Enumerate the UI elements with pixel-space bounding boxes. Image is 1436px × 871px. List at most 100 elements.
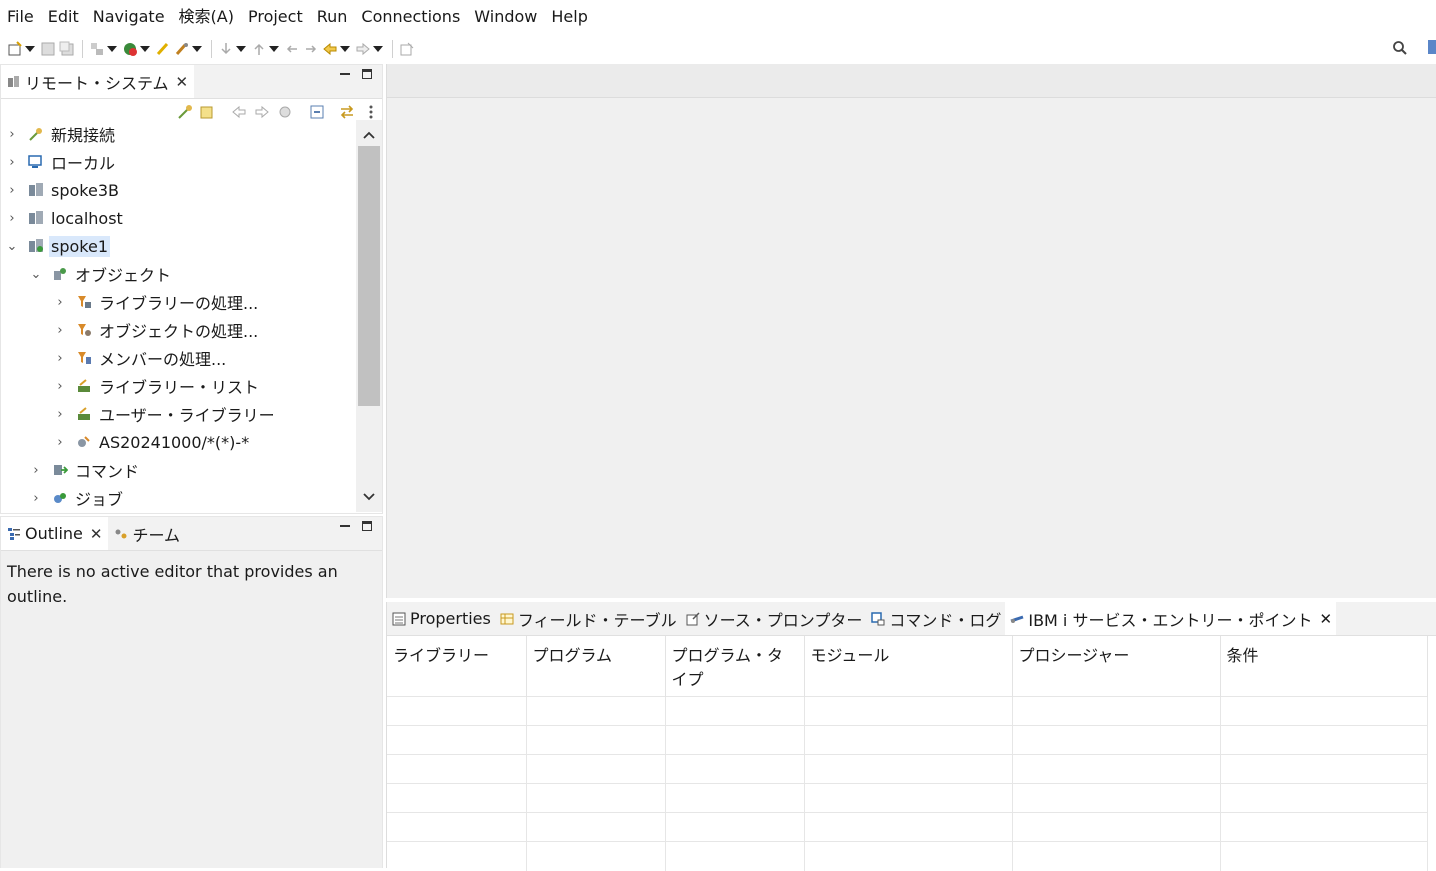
column-header-program[interactable]: プログラム (526, 636, 666, 697)
highlight-icon[interactable] (154, 41, 171, 58)
table-row[interactable] (387, 754, 1428, 784)
tree-item-spoke1[interactable]: ⌄ spoke1 (5, 232, 110, 260)
menu-project[interactable]: Project (241, 0, 310, 34)
last-edit-icon[interactable] (283, 41, 300, 58)
save-all-icon[interactable] (58, 41, 75, 58)
maximize-icon[interactable] (362, 521, 372, 531)
chevron-down-icon[interactable]: ⌄ (29, 267, 43, 282)
scrollbar-thumb[interactable] (358, 146, 380, 406)
last-edit-forward-icon[interactable] (302, 41, 319, 58)
chevron-right-icon[interactable]: › (53, 407, 67, 422)
menu-connections[interactable]: Connections (354, 0, 467, 34)
link-with-editor-icon[interactable] (339, 104, 355, 120)
menu-navigate[interactable]: Navigate (86, 0, 172, 34)
tree-item-jobs[interactable]: › ジョブ (29, 484, 125, 512)
close-icon[interactable]: ✕ (176, 73, 189, 91)
tree-item-localhost[interactable]: › localhost (5, 204, 125, 232)
tree-item-user-libraries[interactable]: › ユーザー・ライブラリー (53, 400, 277, 428)
search-icon[interactable] (1392, 40, 1408, 60)
debug-dropdown[interactable] (140, 41, 150, 58)
build-dropdown[interactable] (107, 41, 117, 58)
minimize-icon[interactable] (340, 69, 350, 79)
next-annotation-dropdown[interactable] (236, 41, 246, 58)
scroll-up-icon[interactable] (356, 122, 382, 148)
column-header-program-type[interactable]: プログラム・タイプ (665, 636, 805, 697)
menu-run[interactable]: Run (310, 0, 355, 34)
menu-file[interactable]: File (0, 0, 41, 34)
prev-annotation-dropdown[interactable] (269, 41, 279, 58)
tab-service-entry-points[interactable]: IBM i サービス・エントリー・ポイント ✕ (1005, 602, 1337, 635)
chevron-right-icon[interactable]: › (5, 183, 19, 198)
tab-properties[interactable]: Properties (387, 602, 495, 635)
view-menu-icon[interactable] (363, 104, 379, 120)
back-icon[interactable] (231, 104, 247, 120)
up-icon[interactable] (277, 104, 293, 120)
chevron-right-icon[interactable]: › (5, 155, 19, 170)
forward-icon[interactable] (354, 41, 371, 58)
column-header-module[interactable]: モジュール (804, 636, 1013, 697)
close-icon[interactable]: ✕ (90, 525, 103, 543)
menu-window[interactable]: Window (467, 0, 544, 34)
chevron-right-icon[interactable]: › (5, 127, 19, 142)
table-row[interactable] (387, 812, 1428, 842)
tab-team[interactable]: チーム (108, 517, 186, 550)
save-icon[interactable] (39, 41, 56, 58)
back-icon[interactable] (321, 41, 338, 58)
tree-item-work-with-members[interactable]: › メンバーの処理... (53, 344, 228, 372)
refresh-icon[interactable] (199, 104, 215, 120)
minimize-icon[interactable] (340, 521, 350, 531)
tree-item-commands[interactable]: › コマンド (29, 456, 141, 484)
tab-field-table[interactable]: フィールド・テーブル (495, 602, 681, 635)
tree-item-object-filter[interactable]: › AS20241000/*(*)-* (53, 428, 251, 456)
chevron-right-icon[interactable]: › (53, 323, 67, 338)
chevron-right-icon[interactable]: › (53, 351, 67, 366)
tab-command-log[interactable]: コマンド・ログ (866, 602, 1005, 635)
tree-item-work-with-libraries[interactable]: › ライブラリーの処理... (53, 288, 260, 316)
debug-icon[interactable] (121, 41, 138, 58)
build-icon[interactable] (88, 41, 105, 58)
column-header-condition[interactable]: 条件 (1220, 636, 1428, 697)
new-icon[interactable] (6, 41, 23, 58)
chevron-right-icon[interactable]: › (53, 295, 67, 310)
column-header-procedure[interactable]: プロシージャー (1012, 636, 1221, 697)
forward-dropdown[interactable] (373, 41, 383, 58)
chevron-right-icon[interactable]: › (5, 211, 19, 226)
run-tool-icon[interactable] (173, 41, 190, 58)
chevron-right-icon[interactable]: › (29, 463, 43, 478)
chevron-down-icon[interactable]: ⌄ (5, 239, 19, 254)
table-row[interactable] (387, 783, 1428, 813)
tab-outline[interactable]: Outline ✕ (1, 517, 109, 550)
chevron-right-icon[interactable]: › (53, 435, 67, 450)
next-annotation-icon[interactable] (217, 41, 234, 58)
run-tool-dropdown[interactable] (192, 41, 202, 58)
table-row[interactable] (387, 696, 1428, 726)
tab-source-prompter[interactable]: ソース・プロンプター (681, 602, 867, 635)
tree-item-library-list[interactable]: › ライブラリー・リスト (53, 372, 261, 400)
tree-item-objects[interactable]: ⌄ オブジェクト (29, 260, 173, 288)
menu-help[interactable]: Help (544, 0, 594, 34)
tree-item-work-with-objects[interactable]: › オブジェクトの処理... (53, 316, 260, 344)
chevron-right-icon[interactable]: › (53, 379, 67, 394)
table-row[interactable] (387, 725, 1428, 755)
tree-item-local[interactable]: › ローカル (5, 148, 117, 176)
column-header-library[interactable]: ライブラリー (387, 636, 527, 697)
scroll-down-icon[interactable] (356, 484, 382, 510)
tab-remote-systems[interactable]: リモート・システム ✕ (1, 65, 195, 98)
tree-item-new-connection[interactable]: › 新規接続 (5, 120, 117, 148)
table-row[interactable] (387, 841, 1428, 871)
menu-edit[interactable]: Edit (41, 0, 86, 34)
new-dropdown[interactable] (25, 41, 35, 58)
tree-item-spoke3b[interactable]: › spoke3B (5, 176, 121, 204)
chevron-right-icon[interactable]: › (29, 491, 43, 506)
close-icon[interactable]: ✕ (1319, 610, 1332, 628)
collapse-all-icon[interactable] (309, 104, 325, 120)
tree-scrollbar[interactable] (356, 120, 382, 512)
prev-annotation-icon[interactable] (250, 41, 267, 58)
maximize-icon[interactable] (362, 69, 372, 79)
menu-search[interactable]: 検索(A) (172, 0, 241, 34)
perspective-icon[interactable] (1428, 40, 1436, 54)
back-dropdown[interactable] (340, 41, 350, 58)
pin-editor-icon[interactable] (398, 41, 415, 58)
new-connection-icon[interactable] (177, 104, 193, 120)
forward-icon[interactable] (254, 104, 270, 120)
